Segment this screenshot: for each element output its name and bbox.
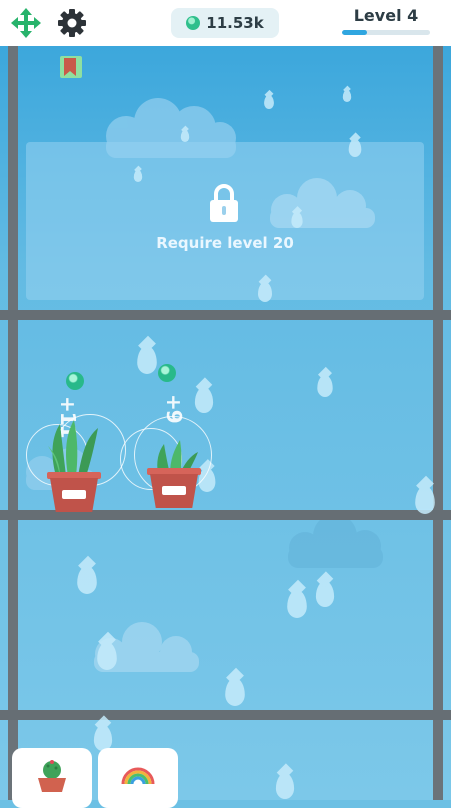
plant-counter: +9 bbox=[162, 394, 186, 423]
rain-drop bbox=[180, 130, 190, 142]
top-bar: 11.53k Level 4 bbox=[0, 0, 451, 46]
rain-drop bbox=[77, 566, 97, 594]
rain-drop bbox=[97, 642, 117, 670]
shelf bbox=[0, 710, 451, 720]
left-pillar bbox=[8, 46, 18, 800]
rainbow-card[interactable] bbox=[98, 748, 178, 808]
shelf bbox=[0, 310, 451, 320]
gem-icon bbox=[186, 16, 201, 30]
pot-rim bbox=[47, 472, 101, 479]
plant-slot-1[interactable]: +11 bbox=[20, 366, 130, 512]
bookmark-icon[interactable] bbox=[58, 54, 86, 82]
pot-tag bbox=[162, 486, 186, 495]
pot-tag bbox=[62, 490, 86, 499]
rain-drop bbox=[225, 678, 245, 706]
rainbow-icon bbox=[121, 767, 155, 784]
rain-drop bbox=[264, 95, 274, 109]
level-progress-fill bbox=[342, 30, 367, 35]
lock-icon bbox=[210, 184, 238, 222]
pot-rim bbox=[147, 468, 201, 475]
cactus-card[interactable] bbox=[12, 748, 92, 808]
seed-icon bbox=[158, 364, 176, 382]
level-label: Level 4 bbox=[353, 6, 419, 25]
greenhouse-scene: Require level 20 +11 +9 bbox=[0, 46, 451, 800]
plant-slot-2[interactable]: +9 bbox=[120, 362, 230, 510]
require-level-text: Require level 20 bbox=[156, 234, 294, 252]
cloud bbox=[288, 516, 383, 568]
rain-drop bbox=[258, 282, 272, 302]
cactus-pot-icon bbox=[38, 760, 66, 792]
currency-amount: 11.53k bbox=[206, 14, 264, 32]
rain-drop bbox=[348, 139, 362, 157]
rain-drop bbox=[275, 773, 295, 799]
right-pillar bbox=[433, 46, 443, 800]
currency-display: 11.53k bbox=[171, 8, 279, 38]
snake-plant-leaves bbox=[48, 420, 98, 476]
rain-drop bbox=[315, 581, 335, 607]
rain-drop bbox=[287, 590, 307, 618]
level-progress-bar bbox=[342, 30, 430, 35]
rain-drop bbox=[291, 212, 303, 228]
rain-drop bbox=[342, 90, 352, 102]
rain-drop bbox=[133, 170, 143, 182]
move-arrows-icon[interactable] bbox=[10, 7, 42, 39]
seed-icon bbox=[66, 372, 84, 390]
rain-drop bbox=[317, 375, 333, 397]
rain-drop bbox=[415, 486, 435, 514]
gear-icon[interactable] bbox=[56, 7, 88, 39]
